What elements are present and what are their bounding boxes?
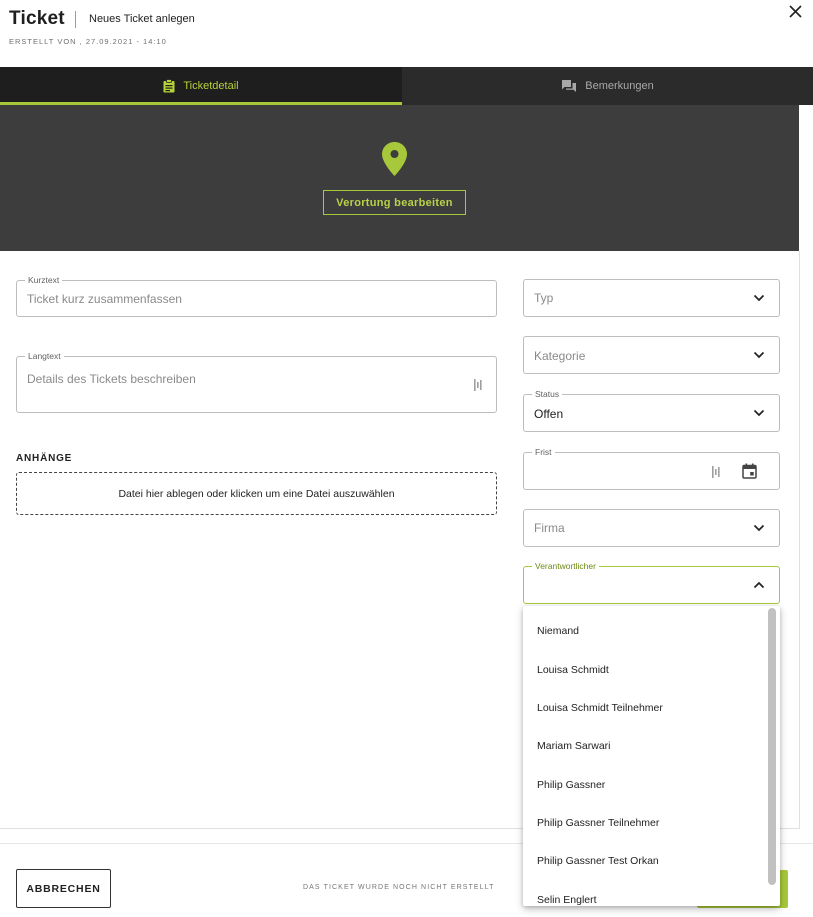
dropdown-option[interactable]: Philip Gassner Teilnehmer [537,817,659,829]
created-meta: ERSTELLT VON , 27.09.2021 - 14:10 [9,37,167,46]
calendar-icon[interactable] [742,463,757,479]
verantwortlicher-select[interactable]: Verantwortlicher [523,561,780,604]
langtext-field[interactable]: Langtext Details des Tickets beschreiben [16,351,497,413]
chevron-down-icon [753,409,765,417]
dropdown-option[interactable]: Mariam Sarwari [537,740,611,752]
chat-icon [562,80,577,92]
cancel-button[interactable]: ABBRECHEN [16,869,111,908]
verantwortlicher-dropdown: Niemand Louisa Schmidt Louisa Schmidt Te… [523,606,780,906]
firma-select[interactable]: Firma [523,509,780,547]
kurztext-field[interactable]: Kurztext Ticket kurz zusammenfassen [16,275,497,317]
ticket-dialog: Ticket Neues Ticket anlegen ERSTELLT VON… [0,0,813,917]
kurztext-placeholder: Ticket kurz zusammenfassen [27,292,182,306]
clipboard-icon [163,79,175,93]
dropdown-option[interactable]: Louisa Schmidt [537,664,609,676]
kategorie-placeholder: Kategorie [534,349,586,363]
frist-label: Frist [532,447,555,458]
dropdown-scrollbar[interactable] [768,608,776,885]
typ-placeholder: Typ [534,291,554,305]
kurztext-label: Kurztext [25,275,63,286]
frist-field[interactable]: Frist [523,447,780,490]
close-icon [788,4,802,18]
chevron-up-icon [753,581,765,589]
firma-placeholder: Firma [534,521,565,535]
dropdown-option[interactable]: Selin Englert [537,894,597,906]
tab-ticketdetail-label: Ticketdetail [183,80,239,92]
status-select[interactable]: Status Offen [523,389,780,432]
langtext-label: Langtext [25,351,64,362]
verantwortlicher-label: Verantwortlicher [532,561,599,572]
chevron-down-icon [753,524,765,532]
footer-status-text: DAS TICKET WURDE NOCH NICHT ERSTELLT [303,884,495,891]
dropdown-option[interactable]: Philip Gassner Test Orkan [537,855,659,867]
title-divider [75,11,76,28]
chevron-down-icon [753,351,765,359]
kategorie-select[interactable]: Kategorie [523,336,780,374]
tab-ticketdetail[interactable]: Ticketdetail [0,67,402,105]
edit-location-button[interactable]: Verortung bearbeiten [323,190,466,215]
status-label: Status [532,389,563,400]
location-banner [0,105,799,251]
chevron-down-icon [753,294,765,302]
text-resize-icon [712,466,720,478]
attachments-title: ANHÄNGE [16,453,73,464]
typ-select[interactable]: Typ [523,279,780,317]
tab-bar: Ticketdetail Bemerkungen [0,67,813,105]
tab-bemerkungen[interactable]: Bemerkungen [402,67,813,105]
dialog-title: Ticket [9,8,65,29]
content-right-border [799,251,800,828]
langtext-placeholder: Details des Tickets beschreiben [27,372,196,386]
tab-bemerkungen-label: Bemerkungen [585,80,654,92]
dropdown-option[interactable]: Niemand [537,625,579,637]
status-value: Offen [534,407,564,421]
dropdown-option[interactable]: Louisa Schmidt Teilnehmer [537,702,663,714]
attachment-dropzone[interactable]: Datei hier ablegen oder klicken um eine … [16,472,497,515]
location-pin-icon [382,142,407,176]
dialog-subtitle: Neues Ticket anlegen [89,13,195,25]
close-button[interactable] [784,0,806,22]
dropdown-option[interactable]: Philip Gassner [537,779,605,791]
text-resize-icon [474,379,482,391]
